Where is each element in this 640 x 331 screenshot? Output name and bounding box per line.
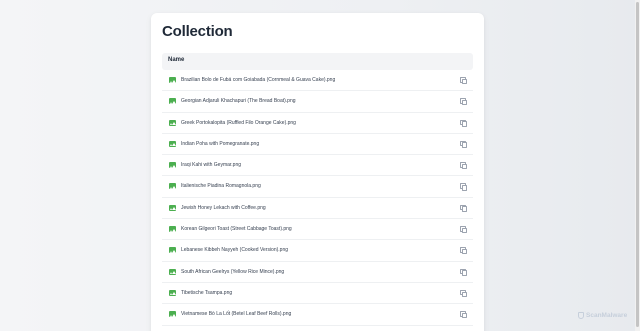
table-row[interactable]: Tibetische Tsampa.png: [162, 283, 473, 305]
copy-icon-front: [461, 206, 468, 212]
scrollbar-thumb[interactable]: [636, 2, 639, 327]
file-list: Brazilian Bolo de Fubá com Goiabada (Cor…: [162, 70, 473, 326]
copy-icon-front: [461, 227, 468, 234]
scrollbar[interactable]: [635, 0, 640, 331]
file-name-link[interactable]: Vietnamese Bò La Lốt (Betel Leaf Beef Ro…: [181, 311, 291, 317]
copy-icon-front: [461, 142, 468, 148]
copy-icon[interactable]: [460, 311, 468, 319]
copy-icon[interactable]: [460, 183, 468, 191]
copy-icon[interactable]: [460, 268, 468, 276]
table-row[interactable]: Lebanese Kibbeh Nayyeh (Cooked Version).…: [162, 240, 473, 262]
copy-icon[interactable]: [460, 162, 468, 170]
image-icon: [169, 98, 176, 105]
file-name-link[interactable]: Jewish Honey Lekach with Coffee.png: [181, 205, 266, 211]
collection-card: Collection Name Brazilian Bolo de Fubá c…: [151, 13, 484, 331]
image-icon: [169, 119, 176, 126]
image-icon: [169, 311, 176, 318]
file-name-link[interactable]: Indian Poha with Pomegranate.png: [181, 141, 259, 147]
file-name-link[interactable]: Lebanese Kibbeh Nayyeh (Cooked Version).…: [181, 247, 288, 253]
copy-icon[interactable]: [460, 119, 468, 127]
watermark-text: ScanMalware: [586, 312, 628, 319]
shield-icon: [578, 312, 584, 319]
copy-icon-front: [461, 291, 468, 298]
table-row[interactable]: Georgian Adjaruli Khachapuri (The Bread …: [162, 91, 473, 113]
file-name-link[interactable]: Italienische Piadina Romagnola.png: [181, 183, 261, 189]
page-title: Collection: [162, 23, 233, 40]
file-name-link[interactable]: Georgian Adjaruli Khachapuri (The Bread …: [181, 98, 296, 104]
image-icon: [169, 77, 176, 83]
copy-icon[interactable]: [460, 98, 468, 106]
image-icon: [169, 140, 176, 147]
name-column-header[interactable]: Name: [168, 57, 184, 63]
image-icon: [169, 183, 176, 190]
copy-icon[interactable]: [460, 289, 468, 298]
table-row[interactable]: Iraqi Kahi with Geymar.png: [162, 155, 473, 177]
copy-icon[interactable]: [460, 226, 468, 234]
copy-icon[interactable]: [460, 140, 468, 148]
table-row[interactable]: Jewish Honey Lekach with Coffee.png: [162, 198, 473, 220]
copy-icon[interactable]: [460, 204, 468, 212]
file-name-link[interactable]: Brazilian Bolo de Fubá com Goiabada (Cor…: [181, 77, 335, 83]
image-icon: [169, 247, 176, 254]
table-row[interactable]: Greek Portokalopita (Ruffled Filo Orange…: [162, 113, 473, 134]
image-icon: [169, 289, 176, 296]
image-icon: [169, 162, 176, 169]
image-icon: [169, 204, 176, 211]
image-icon: [169, 268, 176, 275]
table-row[interactable]: Brazilian Bolo de Fubá com Goiabada (Cor…: [162, 70, 473, 92]
file-name-link[interactable]: Korean Gilgeori Toast (Street Cabbage To…: [181, 226, 292, 232]
table-row[interactable]: Indian Poha with Pomegranate.png: [162, 134, 473, 156]
table-row[interactable]: Korean Gilgeori Toast (Street Cabbage To…: [162, 219, 473, 241]
image-icon: [169, 226, 176, 233]
copy-icon[interactable]: [460, 247, 468, 255]
copy-icon-front: [461, 99, 468, 106]
copy-icon-front: [461, 270, 468, 276]
copy-icon-front: [461, 78, 468, 85]
file-name-link[interactable]: Iraqi Kahi with Geymar.png: [181, 162, 241, 168]
file-name-link[interactable]: Tibetische Tsampa.png: [181, 290, 232, 296]
table-row[interactable]: Italienische Piadina Romagnola.png: [162, 176, 473, 198]
file-name-link[interactable]: Greek Portokalopita (Ruffled Filo Orange…: [181, 120, 296, 126]
file-name-link[interactable]: South African Geelrys (Yellow Rice Mince…: [181, 269, 284, 275]
copy-icon-front: [461, 121, 468, 127]
table-row[interactable]: Vietnamese Bò La Lốt (Betel Leaf Beef Ro…: [162, 304, 473, 326]
copy-icon-front: [461, 312, 468, 319]
table-header: Name: [162, 53, 473, 70]
table-row[interactable]: South African Geelrys (Yellow Rice Mince…: [162, 262, 473, 283]
copy-icon-front: [461, 185, 468, 191]
copy-icon-front: [461, 248, 468, 255]
copy-icon-front: [461, 163, 468, 170]
copy-icon[interactable]: [460, 77, 468, 85]
